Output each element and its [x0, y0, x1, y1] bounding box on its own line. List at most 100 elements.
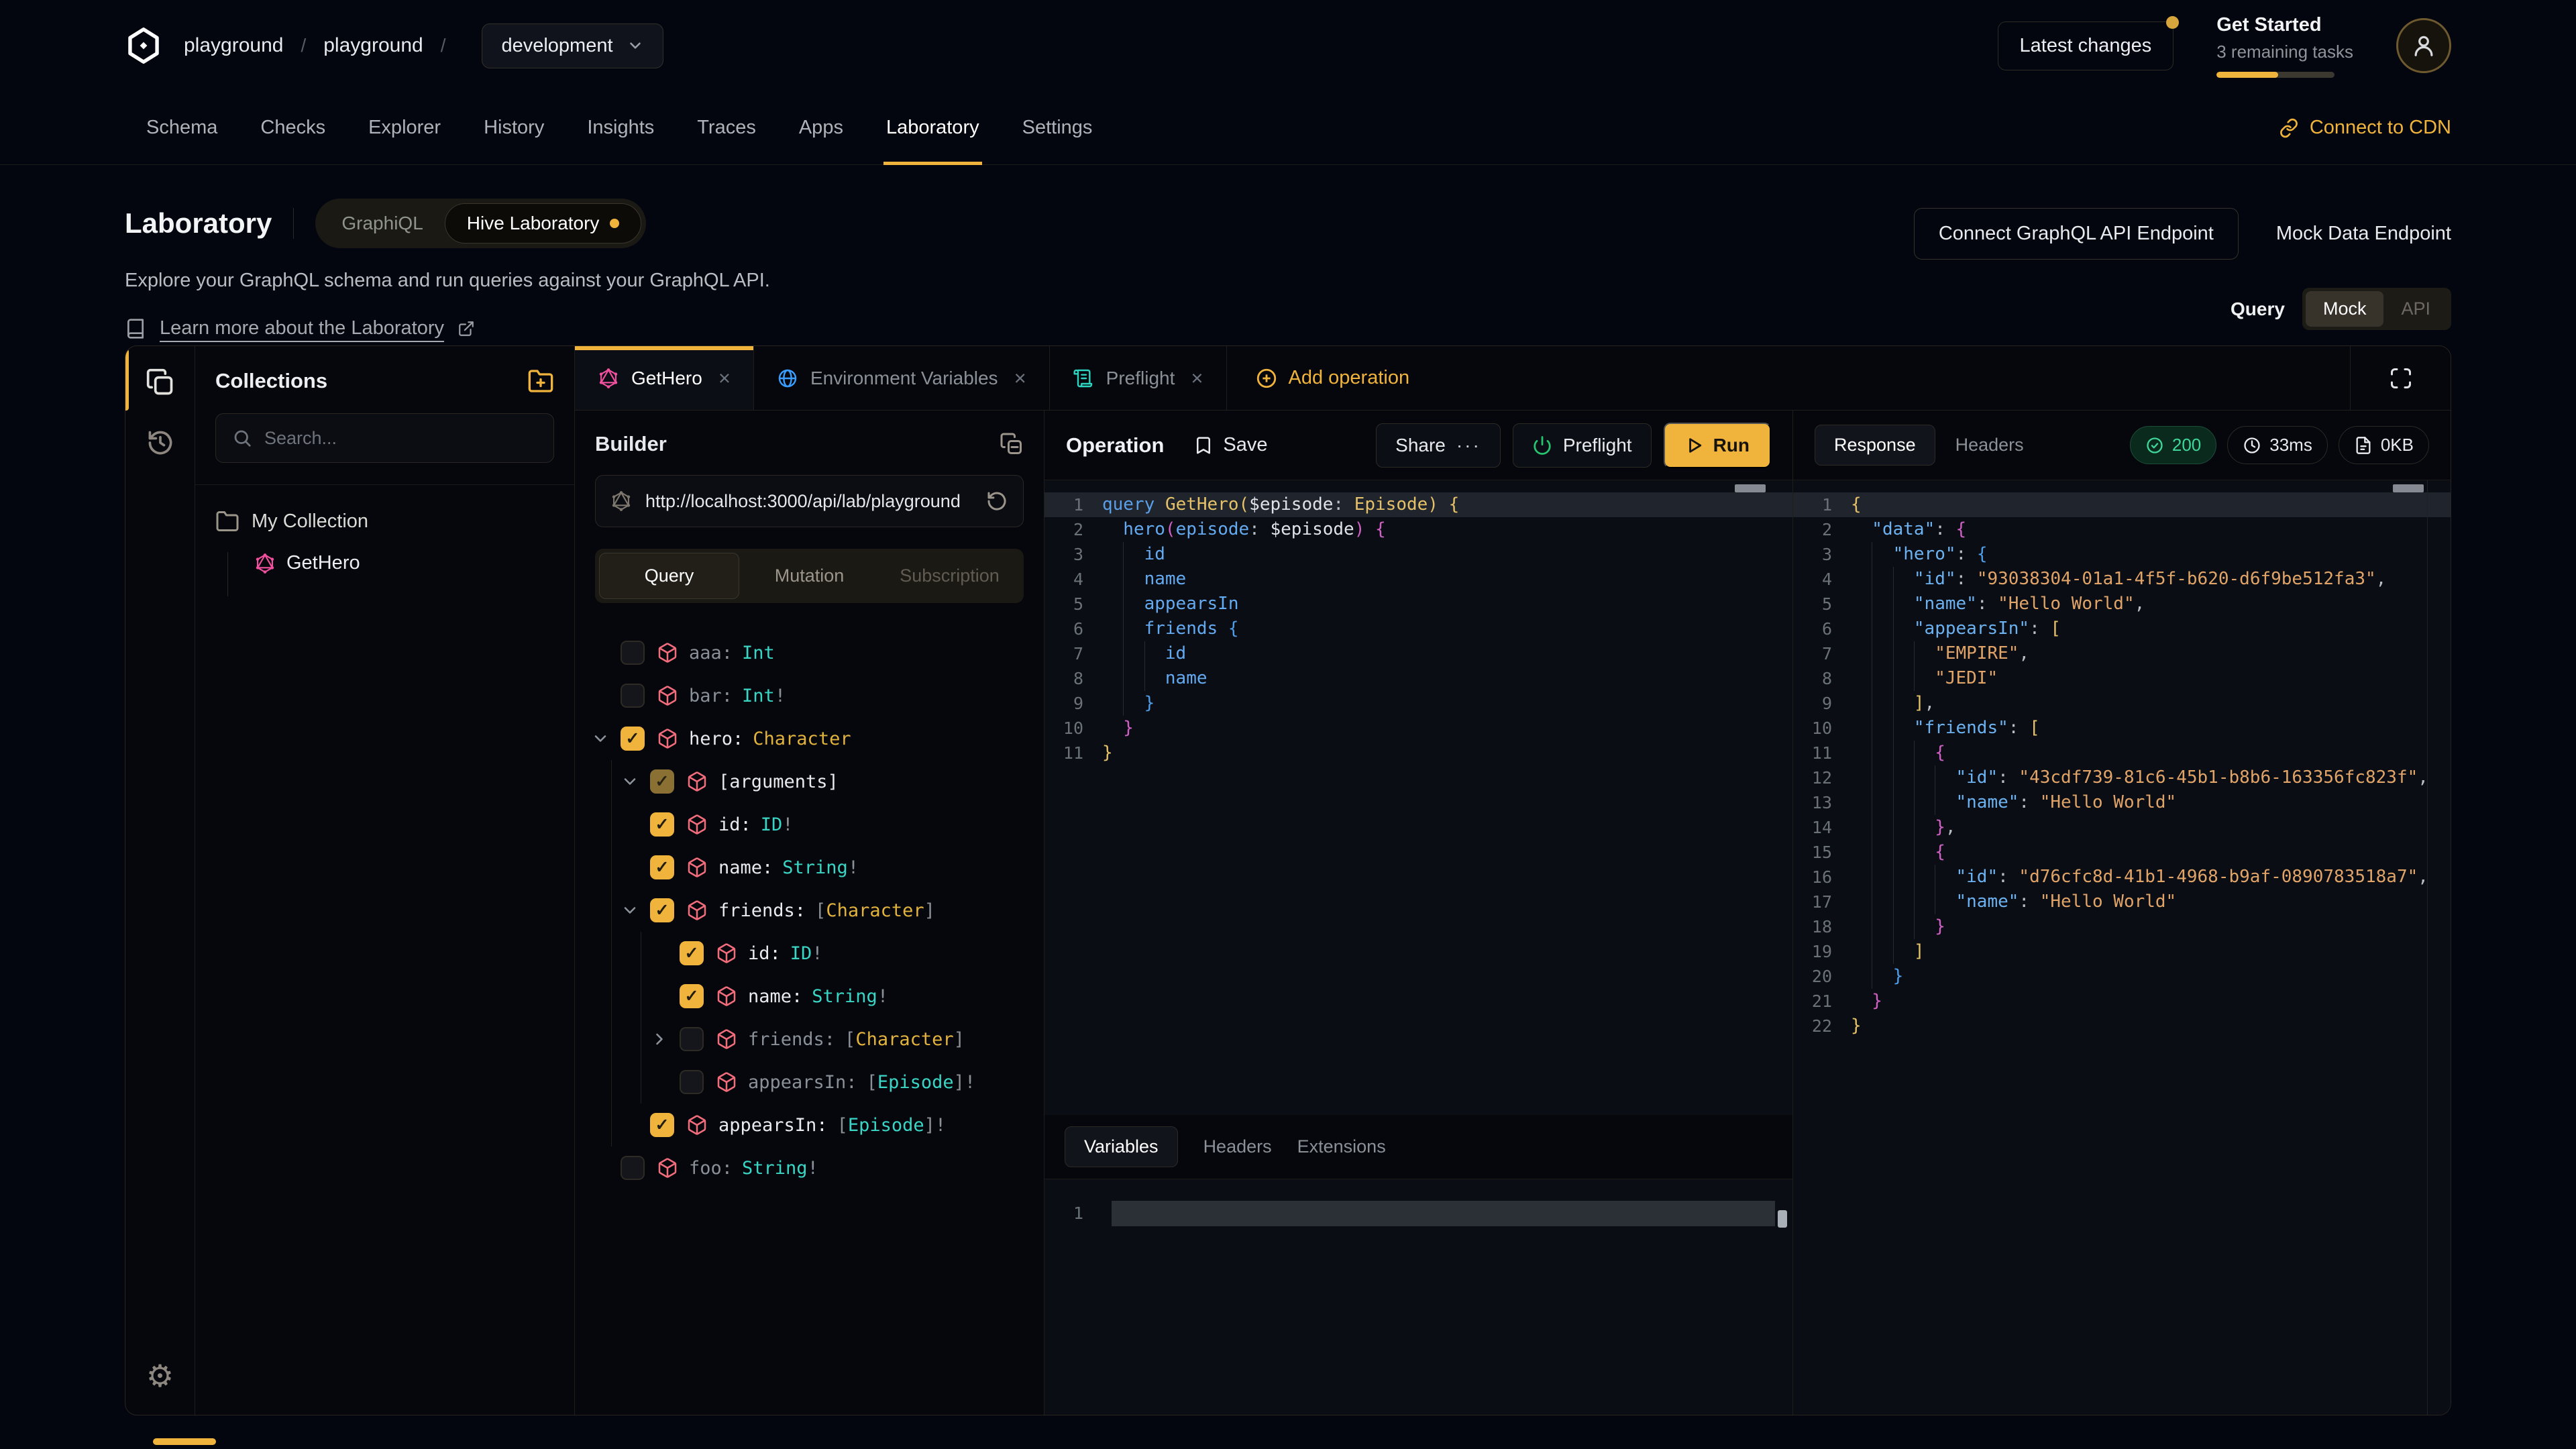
tab-preflight[interactable]: Preflight × — [1050, 346, 1227, 410]
op-type-subscription[interactable]: Subscription — [879, 553, 1020, 599]
field-checkbox[interactable] — [621, 684, 645, 708]
chevron-down-icon[interactable] — [591, 729, 621, 748]
op-type-mutation[interactable]: Mutation — [739, 553, 879, 599]
subtab-extensions[interactable]: Extensions — [1297, 1136, 1386, 1157]
environment-selector[interactable]: development — [482, 23, 663, 68]
scrollbar-thumb[interactable] — [1735, 484, 1766, 492]
indent-guide — [1935, 865, 1955, 890]
share-button[interactable]: Share ··· — [1376, 423, 1501, 468]
refresh-icon[interactable] — [985, 490, 1008, 513]
endpoint-url-input[interactable] — [645, 491, 972, 512]
tab-gethero[interactable]: GetHero × — [575, 346, 754, 410]
more-options-icon[interactable]: ··· — [1456, 435, 1481, 456]
tree-row-foo[interactable]: foo:String! — [575, 1146, 1044, 1189]
nav-item-schema[interactable]: Schema — [125, 91, 239, 164]
nav-item-checks[interactable]: Checks — [239, 91, 347, 164]
preflight-button[interactable]: Preflight — [1513, 423, 1652, 468]
field-checkbox[interactable] — [680, 1070, 704, 1094]
connect-to-cdn-link[interactable]: Connect to CDN — [2279, 117, 2451, 139]
subtab-variables[interactable]: Variables — [1065, 1126, 1178, 1167]
close-icon[interactable]: × — [1014, 366, 1026, 390]
tree-row-appearsIn[interactable]: ✓appearsIn:[Episode]! — [575, 1104, 1044, 1146]
tree-row-id[interactable]: ✓id:ID! — [575, 803, 1044, 846]
run-button[interactable]: Run — [1664, 423, 1771, 468]
field-checkbox[interactable]: ✓ — [680, 941, 704, 965]
field-checkbox[interactable] — [680, 1027, 704, 1051]
get-started-subtitle: 3 remaining tasks — [2216, 42, 2353, 62]
learn-more-link[interactable]: Learn more about the Laboratory — [160, 317, 444, 339]
horizontal-scrollbar-thumb[interactable] — [153, 1438, 216, 1445]
toggle-hive-laboratory[interactable]: Hive Laboratory — [445, 203, 642, 244]
history-rail-button[interactable] — [139, 421, 182, 464]
tree-row-bar[interactable]: bar:Int! — [575, 674, 1044, 717]
divider — [293, 208, 294, 239]
field-checkbox[interactable]: ✓ — [621, 727, 645, 751]
toggle-graphiql[interactable]: GraphiQL — [320, 204, 444, 243]
mode-api[interactable]: API — [2383, 291, 2448, 327]
breadcrumb-org[interactable]: playground — [184, 34, 283, 57]
tree-row-arguments[interactable]: ✓[arguments] — [575, 760, 1044, 803]
op-type-query[interactable]: Query — [599, 553, 739, 599]
subtab-headers[interactable]: Headers — [1203, 1136, 1272, 1157]
search-input[interactable] — [264, 428, 537, 449]
field-checkbox[interactable]: ✓ — [650, 1113, 674, 1137]
nav-item-traces[interactable]: Traces — [676, 91, 777, 164]
field-type: String — [742, 1158, 808, 1179]
tab-environment-variables[interactable]: Environment Variables × — [754, 346, 1050, 410]
field-type: Character — [826, 900, 924, 921]
tree-row-name[interactable]: ✓name:String! — [575, 975, 1044, 1018]
tree-row-aaa[interactable]: aaa:Int — [575, 631, 1044, 674]
query-editor[interactable]: 1query GetHero($episode: Episode) {2hero… — [1044, 480, 1792, 1115]
variables-editor[interactable]: 1 — [1044, 1179, 1792, 1415]
breadcrumb-project[interactable]: playground — [323, 34, 423, 57]
tree-row-friends[interactable]: friends:[Character] — [575, 1018, 1044, 1061]
settings-rail-button[interactable]: ⚙ — [139, 1354, 182, 1397]
tree-row-hero[interactable]: ✓hero:Character — [575, 717, 1044, 760]
nav-item-laboratory[interactable]: Laboratory — [865, 91, 1001, 164]
get-started-widget[interactable]: Get Started 3 remaining tasks — [2216, 14, 2353, 78]
mode-mock[interactable]: Mock — [2306, 291, 2384, 327]
new-collection-icon[interactable] — [527, 368, 554, 394]
scrollbar-thumb[interactable] — [2393, 484, 2424, 492]
collection-operation[interactable]: GetHero — [254, 552, 554, 574]
tree-row-id[interactable]: ✓id:ID! — [575, 932, 1044, 975]
code-line: 15{ — [1793, 840, 2451, 865]
field-checkbox[interactable]: ✓ — [680, 984, 704, 1008]
collections-rail-button[interactable] — [139, 361, 182, 404]
add-operation-button[interactable]: Add operation — [1227, 346, 1438, 410]
builder-tree[interactable]: aaa:Intbar:Int!✓hero:Character✓[argument… — [575, 631, 1044, 1415]
nav-item-history[interactable]: History — [462, 91, 566, 164]
collection-folder[interactable]: My Collection — [215, 509, 554, 533]
tree-row-friends[interactable]: ✓friends:[Character] — [575, 889, 1044, 932]
app-header: playground / playground / development La… — [0, 0, 2576, 91]
field-checkbox[interactable] — [621, 1156, 645, 1180]
mock-data-endpoint-button[interactable]: Mock Data Endpoint — [2276, 223, 2451, 245]
nav-item-insights[interactable]: Insights — [566, 91, 676, 164]
hive-logo-icon[interactable] — [125, 27, 162, 64]
fullscreen-button[interactable] — [2350, 346, 2451, 410]
scrollbar-thumb[interactable] — [1778, 1210, 1787, 1228]
field-checkbox[interactable]: ✓ — [650, 855, 674, 879]
tree-row-name[interactable]: ✓name:String! — [575, 846, 1044, 889]
line-number: 4 — [1793, 567, 1851, 592]
nav-item-apps[interactable]: Apps — [777, 91, 865, 164]
field-checkbox[interactable] — [621, 641, 645, 665]
save-button[interactable]: Save — [1193, 434, 1267, 456]
tree-row-appearsIn[interactable]: appearsIn:[Episode]! — [575, 1061, 1044, 1104]
latest-changes-button[interactable]: Latest changes — [1998, 21, 2174, 70]
tab-response[interactable]: Response — [1815, 425, 1935, 466]
nav-item-settings[interactable]: Settings — [1001, 91, 1114, 164]
tab-response-headers[interactable]: Headers — [1955, 435, 2024, 455]
close-icon[interactable]: × — [1191, 366, 1203, 390]
copy-collapse-icon[interactable] — [1000, 432, 1024, 456]
connect-graphql-endpoint-button[interactable]: Connect GraphQL API Endpoint — [1914, 208, 2239, 260]
response-viewer[interactable]: 1{2"data": {3"hero": {4"id": "93038304-0… — [1793, 480, 2451, 1415]
field-checkbox[interactable]: ✓ — [650, 769, 674, 794]
collections-search[interactable] — [215, 413, 554, 463]
field-checkbox[interactable]: ✓ — [650, 812, 674, 837]
user-avatar[interactable] — [2396, 18, 2451, 73]
cube-icon — [686, 771, 708, 792]
field-checkbox[interactable]: ✓ — [650, 898, 674, 922]
nav-item-explorer[interactable]: Explorer — [347, 91, 462, 164]
close-icon[interactable]: × — [718, 366, 731, 390]
